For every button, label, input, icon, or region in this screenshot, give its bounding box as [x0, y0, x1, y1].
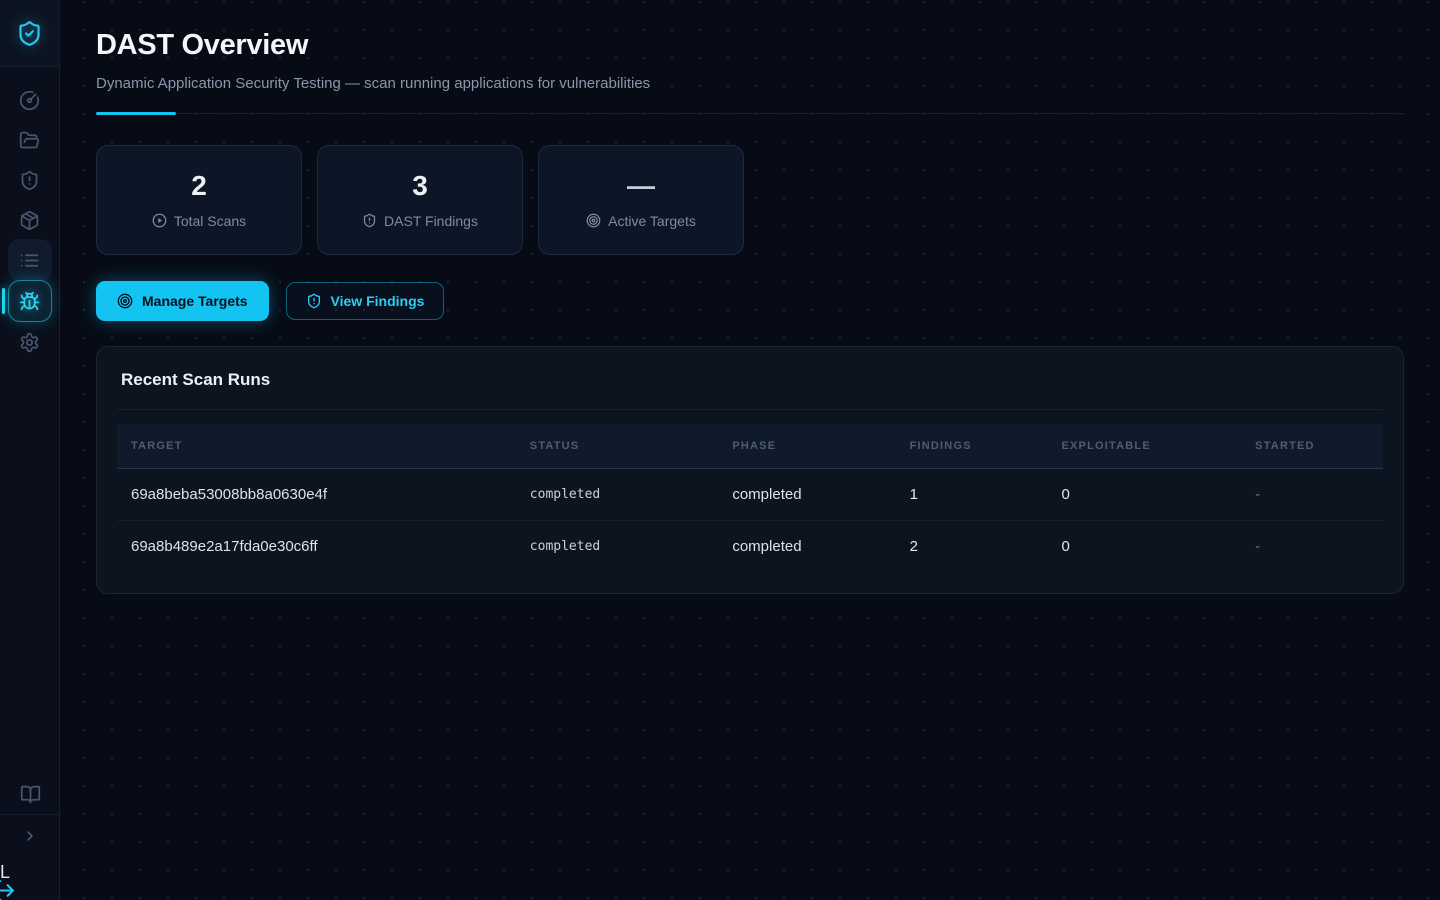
column-header-findings: Findings: [896, 424, 1048, 468]
book-open-icon: [20, 784, 41, 805]
shield-check-icon: [16, 20, 43, 47]
stat-label: DAST Findings: [362, 213, 478, 229]
cell-target: 69a8beba53008bb8a0630e4f: [117, 468, 516, 520]
sidebar-item-packages[interactable]: [0, 200, 60, 240]
scan-runs-table-wrap: Target Status Phase Findings Exploitable…: [97, 410, 1403, 593]
active-indicator-bar: [2, 288, 5, 314]
column-header-phase: Phase: [718, 424, 895, 468]
stat-card-active-targets: — Active Targets: [538, 145, 744, 255]
logout-button[interactable]: [0, 878, 16, 900]
manage-targets-label: Manage Targets: [142, 293, 248, 309]
page-title: DAST Overview: [96, 0, 1404, 62]
sidebar-item-dast[interactable]: [0, 280, 60, 322]
cell-findings: 1: [896, 468, 1048, 520]
cell-target: 69a8b489e2a17fda0e30c6ff: [117, 520, 516, 572]
table-row[interactable]: 69a8beba53008bb8a0630e4f completed compl…: [117, 468, 1383, 520]
sidebar: L: [0, 0, 60, 900]
column-header-target: Target: [117, 424, 516, 468]
package-icon: [19, 210, 40, 231]
stat-value: 3: [412, 172, 428, 200]
cell-status: completed: [516, 468, 719, 520]
sidebar-collapse-toggle[interactable]: [0, 817, 60, 855]
manage-targets-button[interactable]: Manage Targets: [96, 281, 269, 321]
column-header-exploitable: Exploitable: [1047, 424, 1241, 468]
sidebar-item-docs[interactable]: [0, 774, 60, 814]
gear-icon: [19, 332, 40, 353]
sidebar-item-vulnerabilities[interactable]: [0, 160, 60, 200]
cell-findings: 2: [896, 520, 1048, 572]
play-circle-icon: [152, 213, 167, 228]
target-icon: [117, 293, 133, 309]
bug-icon: [19, 291, 40, 312]
cell-status: completed: [516, 520, 719, 572]
sidebar-item-box: [8, 280, 52, 322]
folder-icon: [19, 130, 40, 151]
main-content: DAST Overview Dynamic Application Securi…: [60, 0, 1440, 900]
stat-label-text: DAST Findings: [384, 213, 478, 229]
shield-alert-icon: [306, 293, 322, 309]
stat-card-total-scans: 2 Total Scans: [96, 145, 302, 255]
stat-label-text: Total Scans: [174, 213, 246, 229]
stat-card-dast-findings: 3 DAST Findings: [317, 145, 523, 255]
sidebar-item-dashboard[interactable]: [0, 80, 60, 120]
shield-alert-icon: [362, 213, 377, 228]
sidebar-footer-divider: [0, 814, 60, 815]
column-header-started: Started: [1241, 424, 1383, 468]
view-findings-label: View Findings: [331, 293, 425, 309]
target-icon: [586, 213, 601, 228]
table-header-row: Target Status Phase Findings Exploitable…: [117, 424, 1383, 468]
shield-alert-icon: [19, 170, 40, 191]
stat-value: 2: [191, 172, 207, 200]
cell-exploitable: 0: [1047, 468, 1241, 520]
actions-row: Manage Targets View Findings: [96, 281, 1404, 321]
header-divider: [96, 113, 1404, 116]
gauge-icon: [19, 90, 40, 111]
sidebar-nav: [0, 67, 59, 362]
sidebar-item-settings[interactable]: [0, 322, 60, 362]
sidebar-item-scan-list[interactable]: [0, 240, 60, 280]
panel-title: Recent Scan Runs: [117, 347, 1383, 410]
list-icon: [19, 250, 40, 271]
view-findings-button[interactable]: View Findings: [286, 282, 445, 320]
app-logo[interactable]: [0, 0, 59, 67]
recent-scan-runs-panel: Recent Scan Runs Target Status Phase Fin…: [96, 346, 1404, 594]
page-subtitle: Dynamic Application Security Testing — s…: [96, 75, 1404, 92]
column-header-status: Status: [516, 424, 719, 468]
cell-phase: completed: [718, 520, 895, 572]
table-row[interactable]: 69a8b489e2a17fda0e30c6ff completed compl…: [117, 520, 1383, 572]
cell-phase: completed: [718, 468, 895, 520]
chevron-right-icon: [22, 828, 38, 844]
sidebar-item-projects[interactable]: [0, 120, 60, 160]
stats-row: 2 Total Scans 3 DAST Findings —: [96, 145, 1404, 255]
stat-label: Active Targets: [586, 213, 696, 229]
stat-value: —: [627, 172, 655, 200]
stat-label: Total Scans: [152, 213, 246, 229]
sidebar-item-box: [8, 239, 52, 281]
scan-runs-table: Target Status Phase Findings Exploitable…: [117, 424, 1383, 572]
log-out-icon: [0, 878, 16, 900]
cell-started: -: [1241, 468, 1383, 520]
cell-started: -: [1241, 520, 1383, 572]
stat-label-text: Active Targets: [608, 213, 696, 229]
cell-exploitable: 0: [1047, 520, 1241, 572]
